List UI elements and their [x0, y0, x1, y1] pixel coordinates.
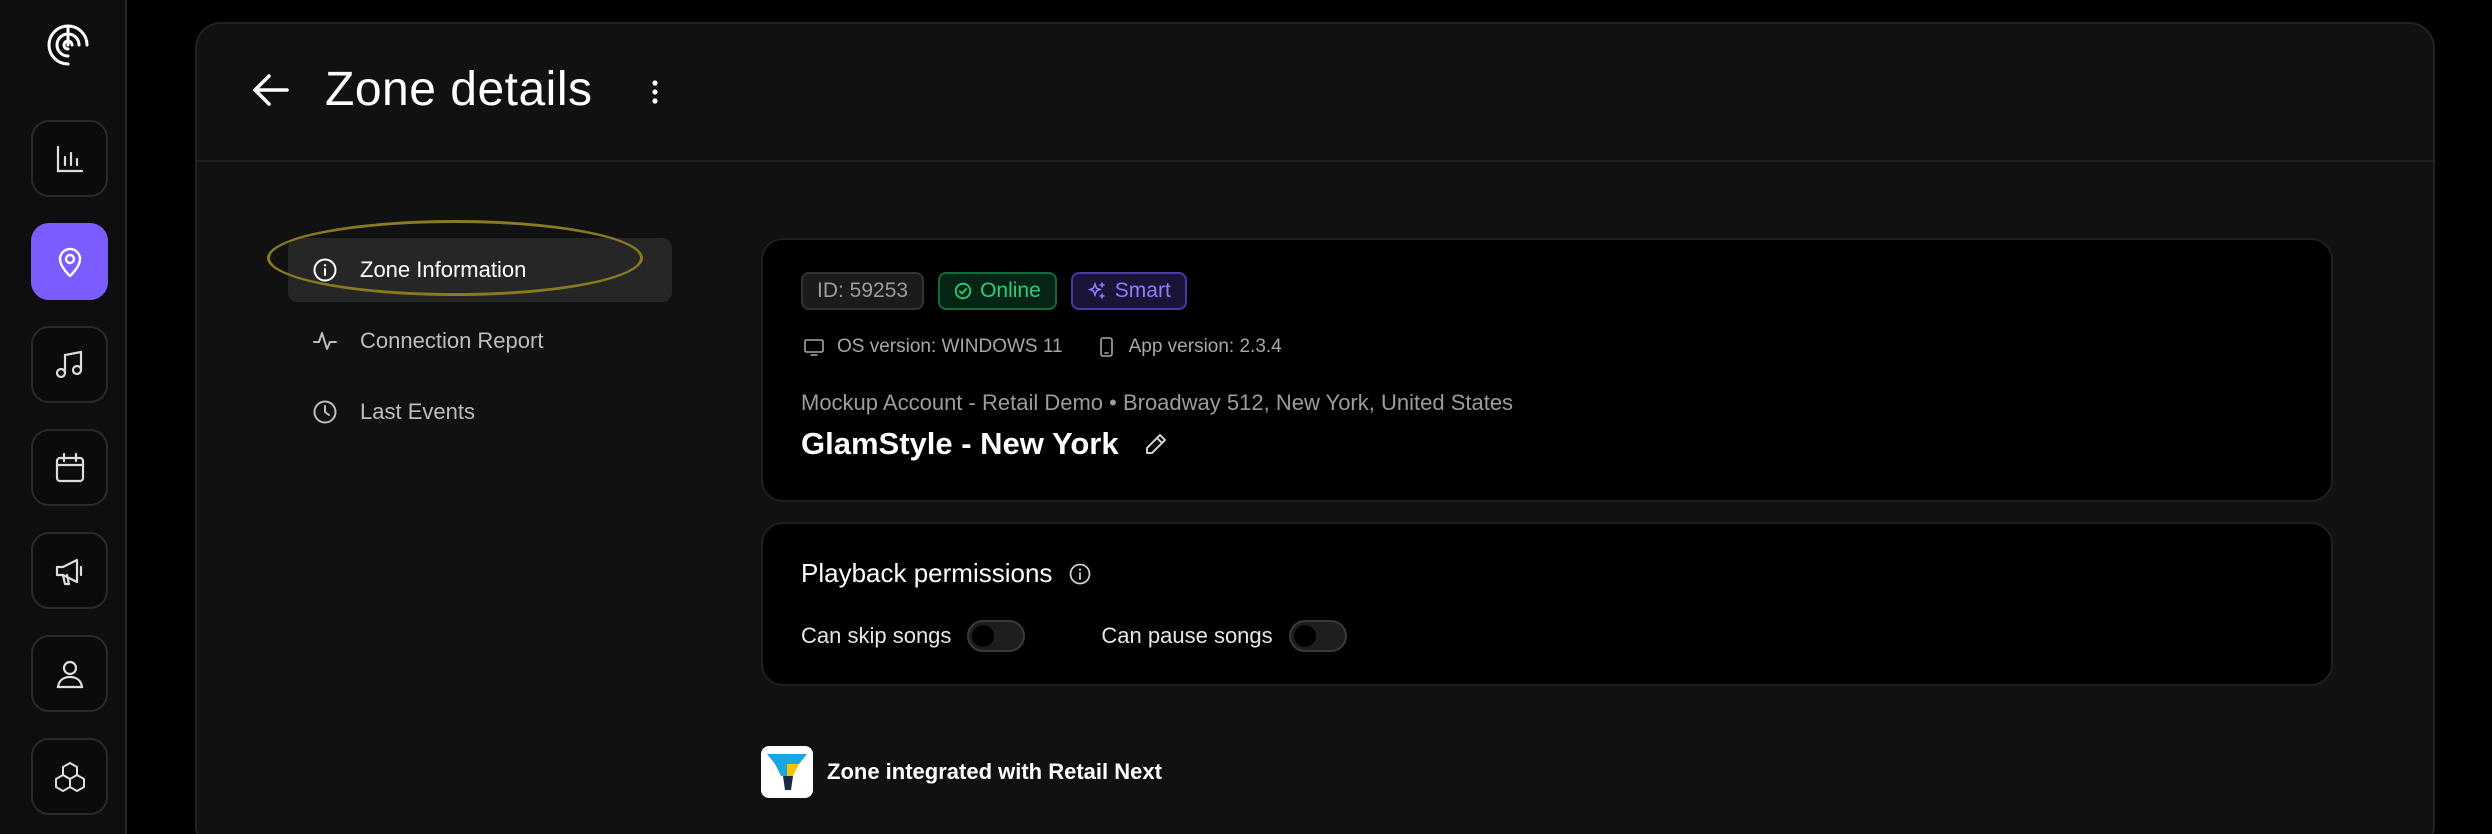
- permissions-title-text: Playback permissions: [801, 558, 1053, 588]
- skip-songs-toggle[interactable]: [967, 620, 1026, 652]
- version-info: OS version: WINDOWS 11 App version: 2.3.…: [803, 336, 1282, 358]
- megaphone-icon: [55, 558, 82, 585]
- analytics-nav-button[interactable]: [31, 120, 108, 197]
- more-options-icon[interactable]: [650, 79, 660, 105]
- monitor-icon: [804, 339, 824, 356]
- integrations-nav-button[interactable]: [31, 738, 108, 815]
- os-version: OS version: WINDOWS 11: [803, 336, 1063, 358]
- pause-songs-label: Can pause songs: [1101, 623, 1273, 648]
- status-label: Online: [980, 279, 1041, 302]
- check-circle-icon: [954, 282, 972, 300]
- permission-toggles: Can skip songs Can pause songs: [801, 620, 1423, 652]
- nav-zone-information[interactable]: Zone Information: [288, 238, 672, 302]
- back-arrow-icon[interactable]: [249, 68, 293, 112]
- calendar-icon: [55, 452, 84, 482]
- user-icon: [56, 660, 83, 688]
- zone-badges: ID: 59253 Online Smart: [801, 272, 1187, 310]
- zones-nav-button[interactable]: [31, 223, 108, 300]
- zone-name: GlamStyle - New York: [801, 426, 1169, 462]
- smart-label: Smart: [1114, 279, 1171, 302]
- page-header: Zone details: [197, 24, 2433, 162]
- status-badge: Online: [938, 272, 1057, 310]
- cubes-icon: [54, 761, 85, 792]
- zone-id-badge: ID: 59253: [801, 272, 925, 310]
- zone-details-panel: Zone details Zone Information Connection…: [195, 22, 2435, 834]
- music-note-icon: [55, 350, 82, 378]
- playback-permissions-card: Playback permissions Can skip songs Can …: [761, 522, 2333, 686]
- ads-nav-button[interactable]: [31, 532, 108, 609]
- account-nav-button[interactable]: [31, 635, 108, 712]
- left-rail: [0, 0, 127, 834]
- activity-icon: [313, 332, 337, 350]
- page-title: Zone details: [325, 63, 593, 116]
- smart-badge: Smart: [1070, 272, 1187, 310]
- info-icon[interactable]: [1068, 562, 1092, 586]
- nav-label: Connection Report: [360, 328, 544, 353]
- app-version: App version: 2.3.4: [1095, 336, 1282, 358]
- pause-songs-toggle[interactable]: [1288, 620, 1347, 652]
- nav-label: Last Events: [360, 399, 475, 424]
- zone-info-card: ID: 59253 Online Smart OS version: WINDO…: [761, 238, 2333, 502]
- schedule-nav-button[interactable]: [31, 429, 108, 506]
- zone-name-text: GlamStyle - New York: [801, 426, 1119, 461]
- retail-next-logo-icon: [761, 746, 813, 798]
- map-pin-icon: [58, 247, 81, 277]
- sparkle-icon: [1087, 281, 1105, 299]
- music-nav-button[interactable]: [31, 326, 108, 403]
- skip-songs-label: Can skip songs: [801, 623, 952, 648]
- nav-label: Zone Information: [360, 257, 527, 282]
- nav-last-events[interactable]: Last Events: [288, 380, 672, 444]
- pencil-icon[interactable]: [1143, 431, 1169, 457]
- app-logo-icon[interactable]: [43, 20, 93, 70]
- nav-connection-report[interactable]: Connection Report: [288, 309, 672, 373]
- phone-icon: [1099, 337, 1113, 357]
- permissions-title: Playback permissions: [801, 558, 1092, 589]
- os-version-text: OS version: WINDOWS 11: [837, 336, 1063, 357]
- clock-icon: [313, 400, 337, 424]
- app-version-text: App version: 2.3.4: [1128, 336, 1282, 357]
- bar-chart-icon: [56, 145, 83, 172]
- info-icon: [313, 258, 337, 282]
- account-location: Mockup Account - Retail Demo • Broadway …: [801, 390, 1514, 415]
- integration-label: Zone integrated with Retail Next: [827, 759, 1162, 784]
- integration-row: Zone integrated with Retail Next: [761, 746, 1162, 798]
